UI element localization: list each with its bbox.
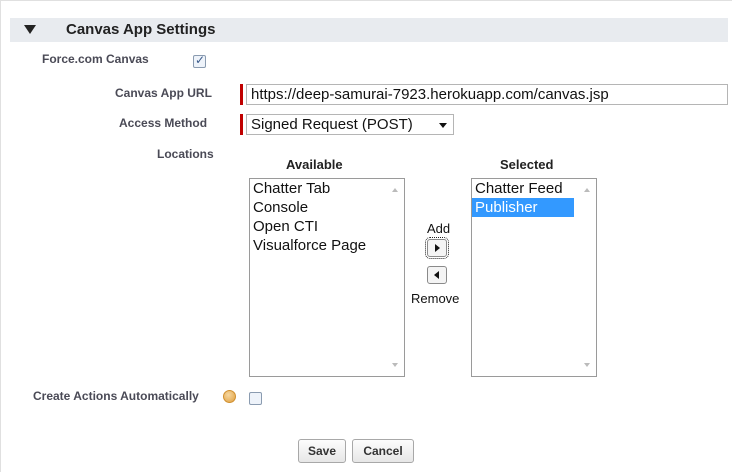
scroll-up-icon[interactable] (584, 188, 590, 192)
scroll-down-icon[interactable] (584, 363, 590, 367)
section-title: Canvas App Settings (66, 21, 216, 38)
locations-label: Locations (157, 147, 214, 161)
list-item-selected[interactable]: Publisher (472, 198, 574, 217)
access-method-label: Access Method (119, 116, 208, 130)
collapse-triangle-icon[interactable] (24, 25, 36, 34)
save-button[interactable]: Save (298, 439, 346, 463)
create-actions-checkbox[interactable] (249, 392, 262, 405)
add-button[interactable] (425, 237, 449, 259)
access-method-select[interactable]: Signed Request (POST) (246, 114, 454, 135)
selected-listbox[interactable]: Chatter Feed Publisher (471, 178, 597, 377)
list-item[interactable]: Console (250, 198, 404, 217)
create-actions-label: Create Actions Automatically (33, 389, 199, 403)
available-listbox[interactable]: Chatter Tab Console Open CTI Visualforce… (249, 178, 405, 377)
list-item[interactable]: Visualforce Page (250, 236, 404, 255)
list-item[interactable]: Chatter Tab (250, 179, 404, 198)
remove-label: Remove (411, 291, 460, 306)
section-header[interactable]: Canvas App Settings (10, 18, 728, 42)
list-item[interactable]: Open CTI (250, 217, 404, 236)
scrollbar[interactable] (579, 179, 596, 376)
available-header: Available (286, 157, 343, 172)
chevron-down-icon (439, 123, 447, 128)
required-indicator (240, 84, 243, 105)
scroll-down-icon[interactable] (392, 363, 398, 367)
add-label: Add (427, 221, 451, 236)
required-indicator (240, 114, 243, 135)
canvas-url-label: Canvas App URL (115, 86, 212, 100)
help-icon[interactable] (223, 390, 236, 403)
scrollbar[interactable] (387, 179, 404, 376)
list-item[interactable]: Chatter Feed (472, 179, 596, 198)
access-method-value: Signed Request (POST) (251, 116, 413, 133)
arrow-right-icon (435, 244, 440, 252)
force-canvas-checkbox[interactable] (193, 53, 206, 68)
cancel-button[interactable]: Cancel (352, 439, 414, 463)
selected-header: Selected (500, 157, 554, 172)
scroll-up-icon[interactable] (392, 188, 398, 192)
arrow-left-icon (434, 271, 439, 279)
remove-button[interactable] (427, 266, 447, 284)
force-canvas-label: Force.com Canvas (42, 52, 149, 66)
canvas-url-input[interactable]: https://deep-samurai-7923.herokuapp.com/… (246, 84, 728, 105)
